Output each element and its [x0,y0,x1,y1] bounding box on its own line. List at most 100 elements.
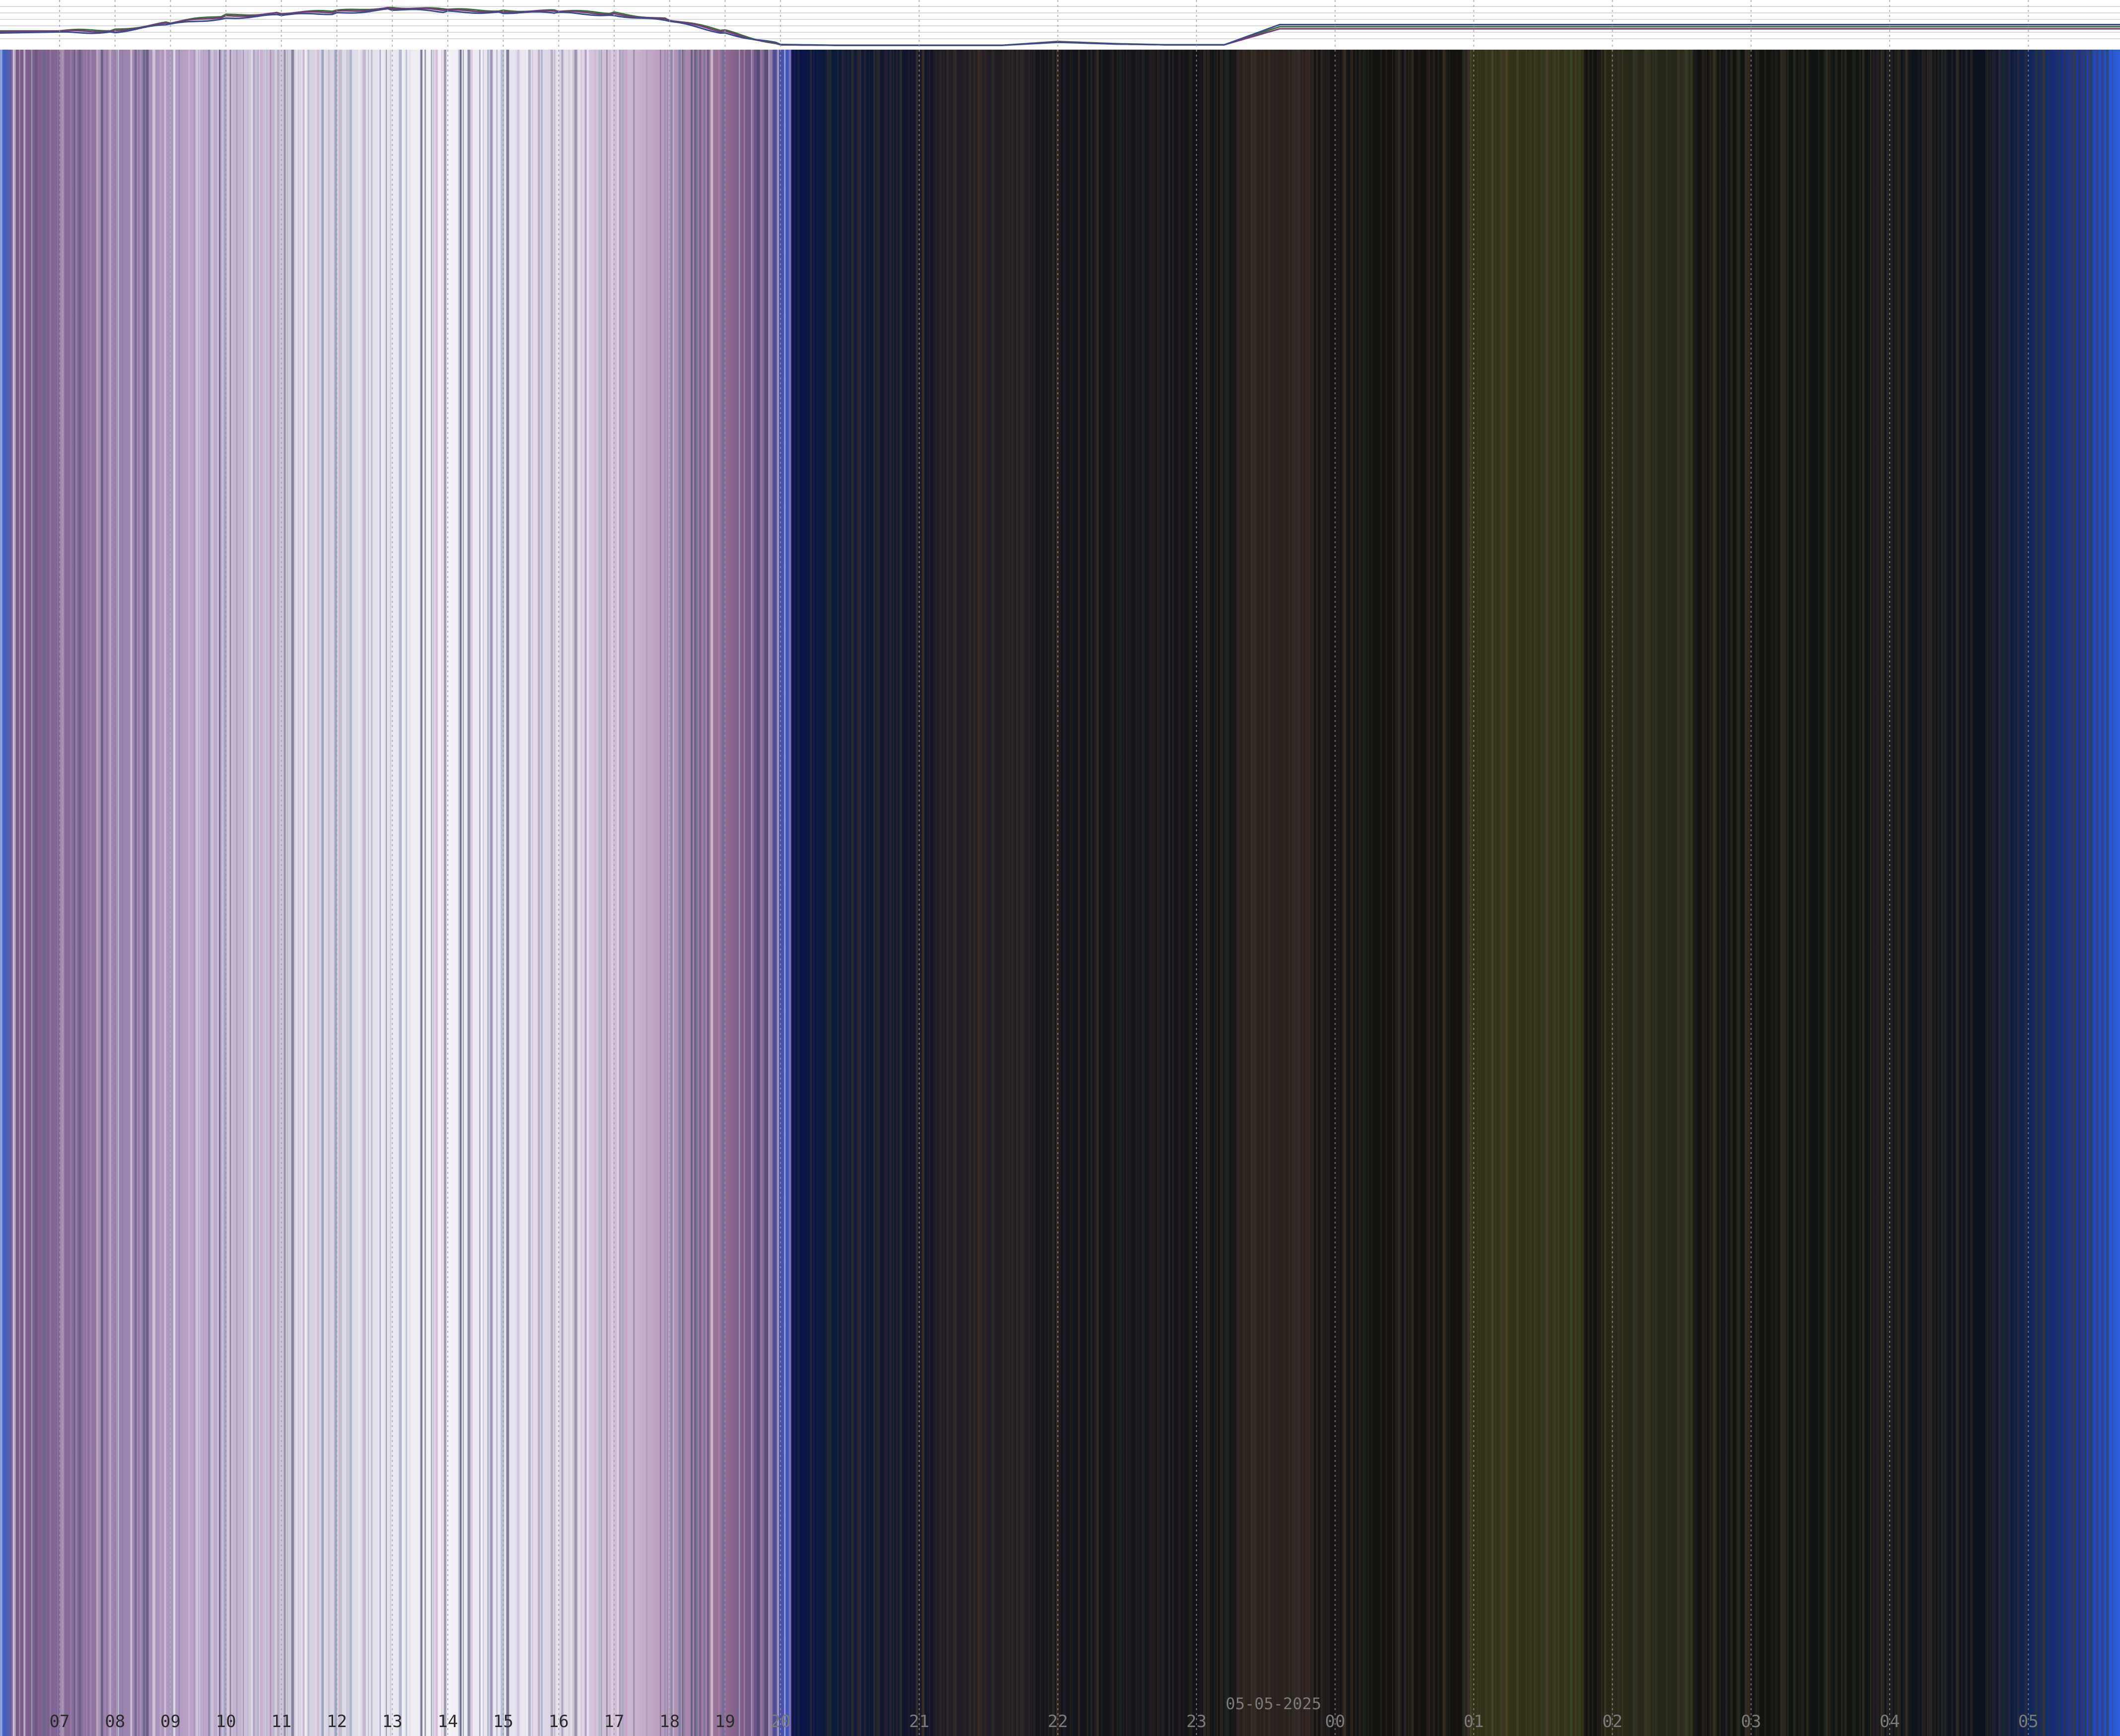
sky-streak [1112,50,1114,1736]
sky-streak [1148,50,1151,1736]
sky-streak [307,50,309,1736]
sky-streak [1780,50,1781,1736]
sky-streak [768,50,770,1736]
sky-streak [606,50,608,1736]
sky-streak [283,50,286,1736]
keogram-image [0,50,2120,1736]
sky-streak [1947,50,1948,1736]
sky-streak [1407,50,1410,1736]
sky-streak [439,50,441,1736]
sky-streak [599,50,602,1736]
sky-streak [1398,50,1400,1736]
sky-streak [2026,50,2027,1736]
sky-streak [222,50,226,1736]
sky-streak [1233,50,1236,1736]
sky-streak [471,50,473,1736]
sky-streak [642,50,644,1736]
sky-streak [1157,50,1159,1736]
sky-streak [500,50,503,1736]
sky-streak [1592,50,1593,1736]
sky-streak [816,50,818,1736]
sky-streak [275,50,277,1736]
sky-streak [57,50,58,1736]
sky-streak [346,50,348,1736]
sky-streak [405,50,408,1736]
sky-streak [1703,50,1705,1736]
sky-streak [1316,50,1318,1736]
sky-streak [1386,50,1388,1736]
sky-streak [1793,50,1795,1736]
sky-streak [1087,50,1088,1736]
sky-streak [1872,50,1875,1736]
sky-streak [1091,50,1092,1736]
sky-streak [518,50,520,1736]
sky-streak [863,50,866,1736]
sky-streak [291,50,294,1736]
sky-streak [1818,50,1820,1736]
sky-streak [722,50,723,1736]
sky-streak [1829,50,1830,1736]
sky-streak [1216,50,1218,1736]
sky-streak [236,50,238,1736]
sky-streak [1343,50,1346,1736]
sky-streak [1392,50,1393,1736]
night-glow-band [1470,50,1584,1736]
sky-streak [1339,50,1340,1736]
sky-streak [1786,50,1789,1736]
sky-streak [1801,50,1803,1736]
sky-streak [196,50,198,1736]
sky-streak [348,50,350,1736]
sky-streak [1835,50,1837,1736]
sky-streak [1889,50,1892,1736]
sky-streak [2067,50,2069,1736]
sky-streak [1168,50,1170,1736]
sky-streak [797,50,800,1736]
sky-streak [1336,50,1338,1736]
sky-streak [843,50,846,1736]
sky-streak [919,50,920,1736]
sky-streak [2072,50,2074,1736]
sky-streak [718,50,720,1736]
sky-streak [900,50,902,1736]
sky-streak [266,50,267,1736]
sky-streak [859,50,861,1736]
sky-streak [570,50,573,1736]
sky-streak [1747,50,1750,1736]
sky-streak [62,50,65,1736]
sky-streak [44,50,46,1736]
sky-streak [1961,50,1963,1736]
sky-streak [1368,50,1369,1736]
sky-streak [399,50,402,1736]
sky-streak [1714,50,1717,1736]
sky-streak [889,50,893,1736]
sky-streak [1404,50,1407,1736]
sky-streak [1385,50,1386,1736]
sky-streak [1059,50,1061,1736]
sky-streak [532,50,533,1736]
sky-streak [1222,50,1223,1736]
sky-streak [1116,50,1119,1736]
sky-streak [428,50,431,1736]
sky-streak [664,50,666,1736]
sky-streak [1903,50,1905,1736]
sky-streak [1096,50,1099,1736]
sky-streak [1776,50,1778,1736]
sky-streak [458,50,460,1736]
sky-streak [619,50,621,1736]
sky-streak [1138,50,1140,1736]
sky-streak [386,50,387,1736]
sky-streak [1070,50,1071,1736]
sky-streak [1808,50,1810,1736]
sky-streak [75,50,77,1736]
sky-streak [164,50,166,1736]
sky-streak [195,50,196,1736]
sky-streak [1917,50,1920,1736]
sky-streak [1141,50,1142,1736]
sky-streak [60,50,63,1736]
sky-streak [172,50,174,1736]
sky-streak [1739,50,1740,1736]
sky-streak [269,50,271,1736]
sky-streak [424,50,426,1736]
sky-streak [655,50,657,1736]
sky-streak [329,50,330,1736]
